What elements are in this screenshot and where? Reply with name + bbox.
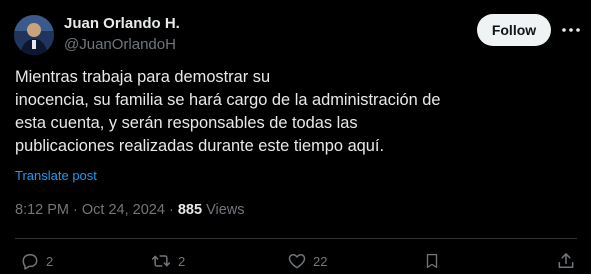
bookmark-button[interactable] — [423, 251, 441, 271]
divider — [15, 238, 577, 239]
tweet-date[interactable]: Oct 24, 2024 — [82, 202, 165, 218]
tweet: Juan Orlando H. @JuanOrlandoH Follow Mie… — [0, 0, 591, 274]
repost-button[interactable]: 2 — [150, 251, 185, 271]
follow-button[interactable]: Follow — [477, 14, 551, 46]
bookmark-icon — [426, 253, 438, 269]
like-button[interactable]: 22 — [287, 251, 327, 271]
translate-post-link[interactable]: Translate post — [15, 168, 97, 183]
more-icon[interactable] — [560, 22, 582, 38]
heart-icon — [288, 254, 306, 269]
repost-icon — [151, 255, 171, 267]
avatar[interactable] — [14, 15, 54, 55]
share-icon — [558, 253, 574, 268]
share-button[interactable] — [556, 251, 576, 271]
tweet-text-line: publicaciones realizadas durante este ti… — [15, 137, 385, 155]
tweet-text-line: inocencia, su familia se hará cargo de l… — [15, 91, 441, 109]
repost-count: 2 — [178, 253, 186, 269]
author-handle[interactable]: @JuanOrlandoH — [64, 36, 176, 53]
meta-separator: · — [73, 202, 78, 218]
like-count: 22 — [313, 253, 328, 269]
tweet-time[interactable]: 8:12 PM — [15, 202, 69, 218]
views-label: Views — [206, 202, 245, 218]
views-count: 885 — [177, 202, 203, 218]
tweet-text-line: esta cuenta, y serán responsables de tod… — [15, 114, 358, 132]
tweet-text-line: Mientras trabaja para demostrar su — [15, 68, 271, 86]
meta-separator: · — [168, 202, 174, 218]
reply-icon — [22, 254, 38, 270]
author-name[interactable]: Juan Orlando H. — [64, 15, 180, 32]
reply-button[interactable]: 2 — [20, 251, 53, 271]
tweet-text: Mientras trabaja para demostrar su inoce… — [15, 66, 485, 158]
tweet-meta: 8:12 PM · Oct 24, 2024 · 885 Views — [15, 202, 245, 218]
reply-count: 2 — [46, 253, 54, 269]
